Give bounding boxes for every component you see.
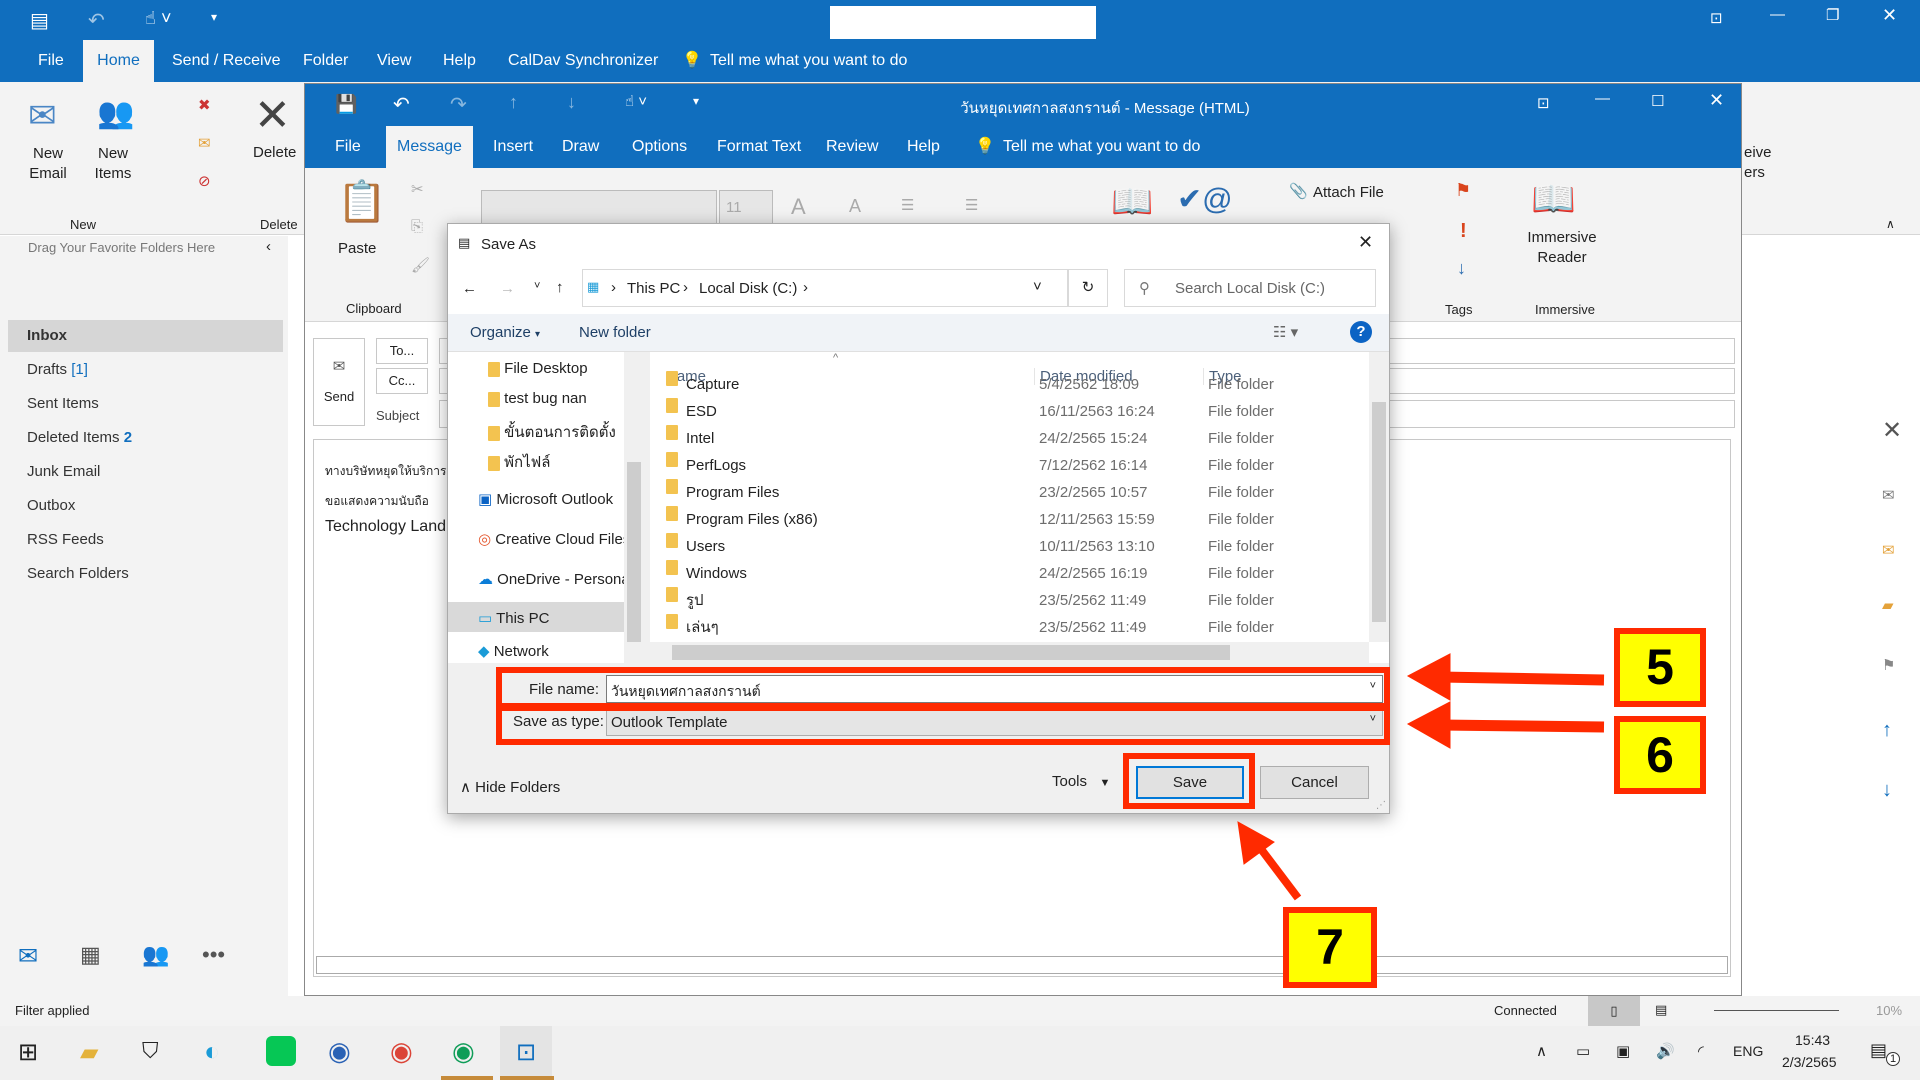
arrow-5 xyxy=(1439,671,1605,686)
arrow-7 xyxy=(1254,842,1302,901)
arrow-6 xyxy=(1439,719,1605,733)
arrow-5-head xyxy=(1406,653,1451,701)
annotation-arrows xyxy=(1237,653,1605,901)
arrow-6-head xyxy=(1406,701,1451,749)
